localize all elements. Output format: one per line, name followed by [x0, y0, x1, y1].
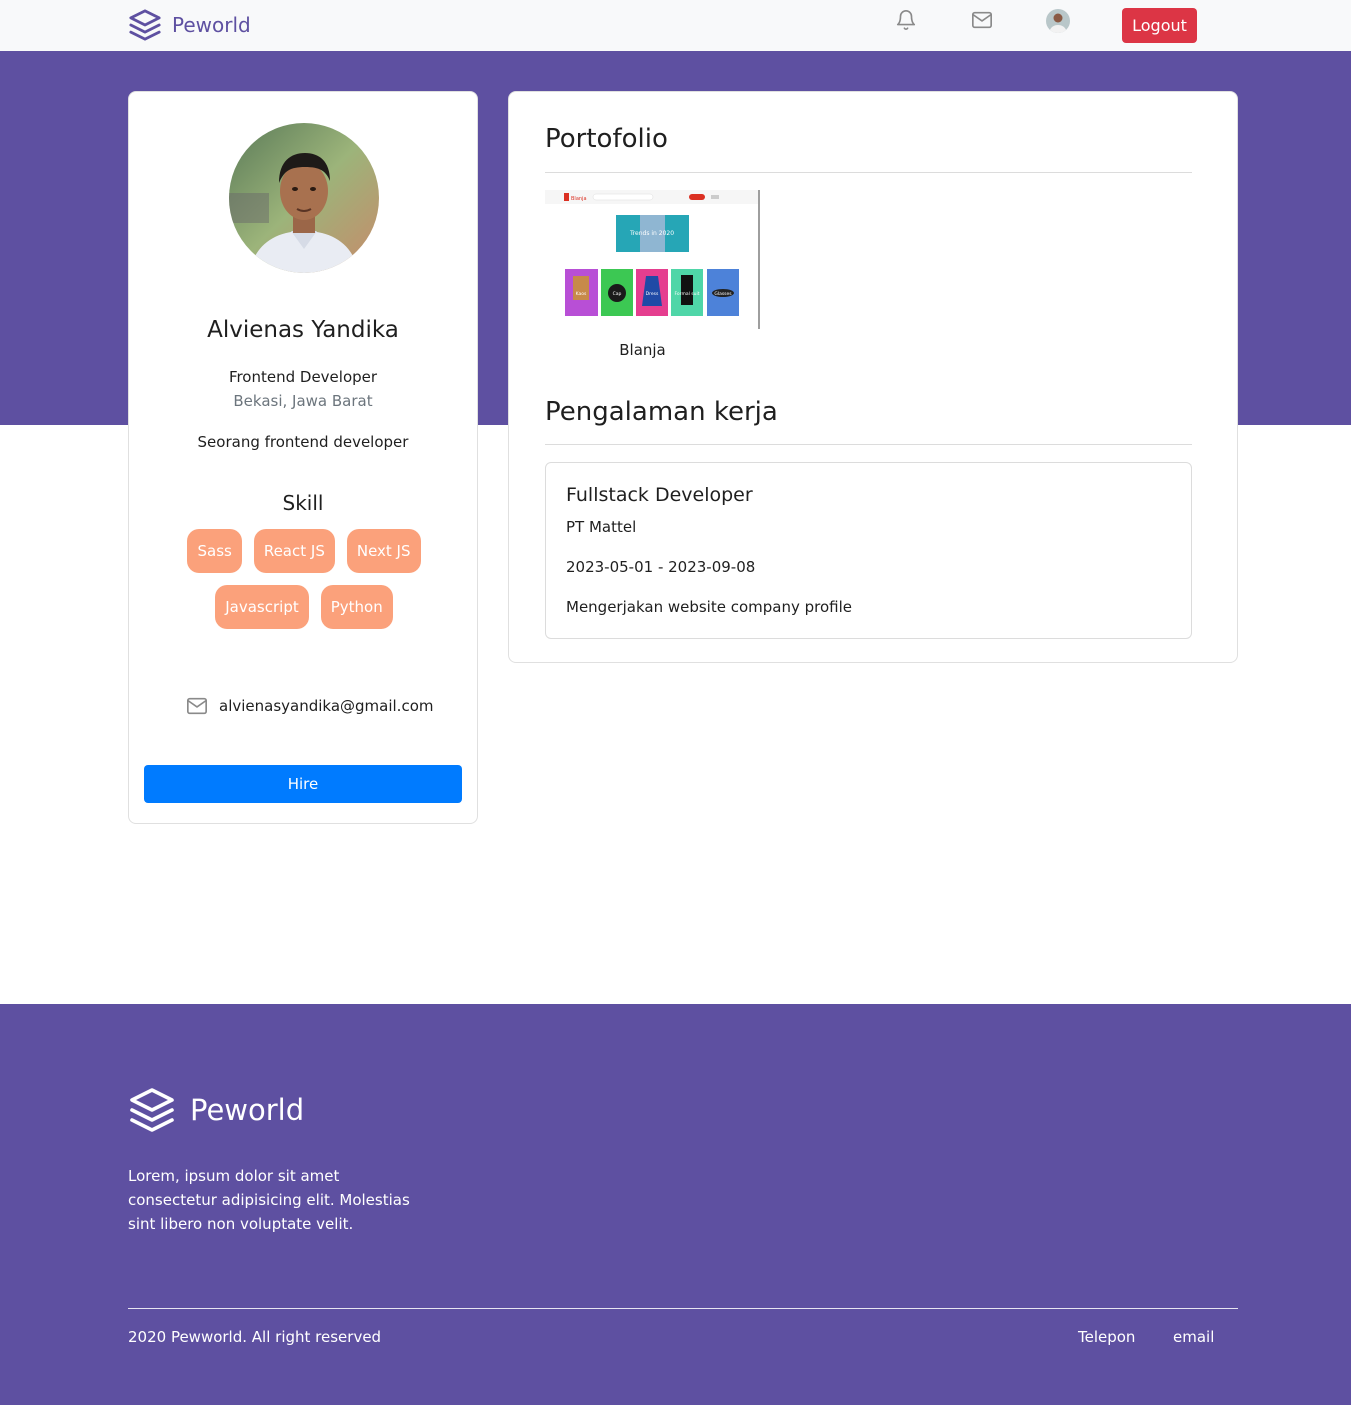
- profile-job-title: Frontend Developer: [228, 368, 378, 386]
- thumb-category-label: Kaos: [576, 291, 587, 297]
- mail-icon: [187, 697, 207, 715]
- experience-card: Fullstack Developer PT Mattel 2023-05-01…: [545, 462, 1192, 639]
- footer-brand-name: Peworld: [190, 1093, 305, 1127]
- portfolio-item-label[interactable]: Blanja: [545, 341, 740, 359]
- experience-heading: Pengalaman kerja: [545, 397, 778, 427]
- mail-icon[interactable]: [970, 8, 994, 32]
- portfolio-heading: Portofolio: [545, 124, 668, 154]
- experience-company: PT Mattel: [566, 518, 637, 536]
- brand-name: Peworld: [172, 13, 251, 37]
- profile-name: Alvienas Yandika: [207, 317, 399, 343]
- footer-brand: Peworld: [128, 1086, 304, 1134]
- portfolio-item-thumbnail[interactable]: Blanja Trends in 2020 Kaos Cap Dress For…: [545, 190, 760, 329]
- skill-badge-react-js[interactable]: React JS: [253, 529, 335, 573]
- layers-logo-icon: [130, 1088, 174, 1132]
- navbar: Peworld Logout: [0, 0, 1351, 51]
- profile-email: alvienasyandika@gmail.com: [219, 697, 434, 715]
- profile-card: Alvienas Yandika Frontend Developer Beka…: [128, 91, 478, 824]
- experience-date: 2023-05-01 - 2023-09-08: [566, 558, 756, 576]
- footer-description: Lorem, ipsum dolor sit amet consectetur …: [128, 1167, 410, 1233]
- experience-position: Fullstack Developer: [566, 484, 753, 506]
- user-avatar[interactable]: [1046, 9, 1070, 33]
- footer: Peworld Lorem, ipsum dolor sit amet cons…: [0, 1004, 1351, 1405]
- thumb-category-label: Dress: [646, 291, 659, 297]
- brand-logo-link[interactable]: Peworld: [128, 8, 251, 42]
- portfolio-divider: [545, 172, 1192, 173]
- profile-description: Seorang frontend developer: [197, 433, 409, 451]
- experience-description: Mengerjakan website company profile: [566, 598, 853, 616]
- logout-button[interactable]: Logout: [1122, 8, 1197, 43]
- skill-heading: Skill: [282, 491, 324, 515]
- footer-link-telepon[interactable]: Telepon: [1078, 1328, 1135, 1346]
- skill-badge-next-js[interactable]: Next JS: [346, 529, 421, 573]
- footer-divider: [128, 1308, 1238, 1309]
- bell-icon[interactable]: [894, 8, 918, 32]
- email-row: alvienasyandika@gmail.com: [185, 695, 434, 717]
- layers-logo-icon: [129, 9, 161, 41]
- profile-photo: [229, 123, 379, 273]
- profile-location: Bekasi, Jawa Barat: [233, 392, 373, 410]
- hire-button[interactable]: Hire: [144, 765, 462, 803]
- main-card: Portofolio Blanja Trends in 2020 Kaos Ca…: [508, 91, 1238, 663]
- thumb-category-label: Formal suit: [675, 291, 700, 297]
- skill-badge-python[interactable]: Python: [320, 585, 393, 629]
- skill-list: Sass React JS Next JS Javascript Python: [169, 529, 439, 629]
- skill-badge-sass[interactable]: Sass: [187, 529, 242, 573]
- experience-divider: [545, 444, 1192, 445]
- footer-link-email[interactable]: email: [1173, 1328, 1214, 1346]
- footer-copyright: 2020 Pewworld. All right reserved: [128, 1328, 382, 1346]
- thumb-category-label: Cap: [613, 291, 622, 297]
- skill-badge-javascript[interactable]: Javascript: [215, 585, 309, 629]
- thumb-brand-text: Blanja: [571, 196, 587, 202]
- thumb-category-label: Glasses: [714, 291, 732, 297]
- thumb-banner-text: Trends in 2020: [629, 230, 674, 237]
